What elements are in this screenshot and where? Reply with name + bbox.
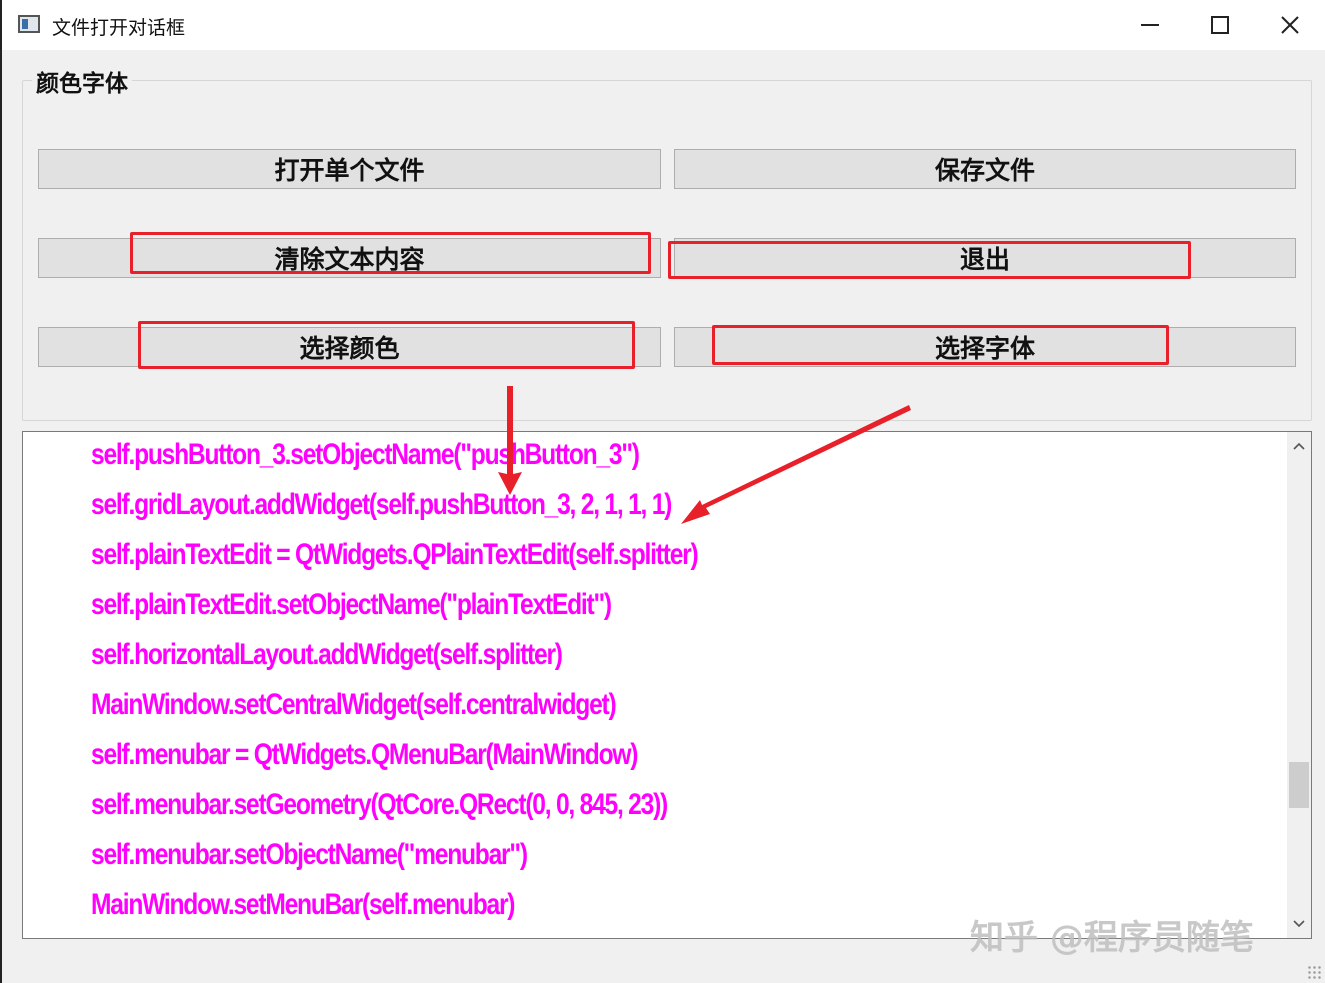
watermark: 知乎 @程序员随笔 (970, 918, 1254, 958)
minimize-button[interactable] (1120, 5, 1180, 45)
code-line: MainWindow.setMenuBar(self.menubar) (91, 888, 515, 921)
main-window: 文件打开对话框 颜色字体 打开单个文件 保存文件 清除文本内容 退出 选择颜色 … (0, 0, 1325, 983)
scroll-up-button[interactable] (1287, 434, 1311, 458)
plain-text-edit[interactable]: self.pushButton_3.setObjectName("pushBut… (22, 431, 1312, 939)
code-line: self.menubar = QtWidgets.QMenuBar(MainWi… (91, 738, 638, 771)
vertical-scrollbar[interactable] (1287, 432, 1311, 938)
code-line: self.plainTextEdit.setObjectName("plainT… (91, 588, 612, 621)
quit-button[interactable]: 退出 (674, 238, 1296, 278)
code-line: self.horizontalLayout.addWidget(self.spl… (91, 638, 563, 671)
code-line: self.gridLayout.addWidget(self.pushButto… (91, 488, 672, 521)
code-line: self.plainTextEdit = QtWidgets.QPlainTex… (91, 538, 699, 571)
chevron-up-icon (1293, 442, 1305, 450)
maximize-button[interactable] (1190, 5, 1250, 45)
code-line: self.menubar.setObjectName("menubar") (91, 838, 528, 871)
minimize-icon (1141, 24, 1159, 26)
title-bar[interactable]: 文件打开对话框 (2, 0, 1325, 50)
maximize-icon (1211, 16, 1229, 34)
resize-grip-icon[interactable] (1307, 965, 1321, 979)
groupbox-title: 颜色字体 (32, 64, 132, 98)
window-title: 文件打开对话框 (52, 17, 186, 39)
open-single-file-button[interactable]: 打开单个文件 (38, 149, 661, 189)
select-color-button[interactable]: 选择颜色 (38, 327, 661, 367)
scroll-thumb[interactable] (1289, 762, 1309, 808)
code-line: self.pushButton_3.setObjectName("pushBut… (91, 438, 640, 471)
select-font-button[interactable]: 选择字体 (674, 327, 1296, 367)
code-line: MainWindow.setCentralWidget(self.central… (91, 688, 617, 721)
close-button[interactable] (1260, 5, 1320, 45)
code-line: self.menubar.setGeometry(QtCore.QRect(0,… (91, 788, 668, 821)
app-window-icon (18, 15, 40, 33)
clear-text-button[interactable]: 清除文本内容 (38, 238, 661, 278)
chevron-down-icon (1293, 920, 1305, 928)
scroll-down-button[interactable] (1287, 912, 1311, 936)
save-file-button[interactable]: 保存文件 (674, 149, 1296, 189)
close-icon (1281, 16, 1299, 34)
